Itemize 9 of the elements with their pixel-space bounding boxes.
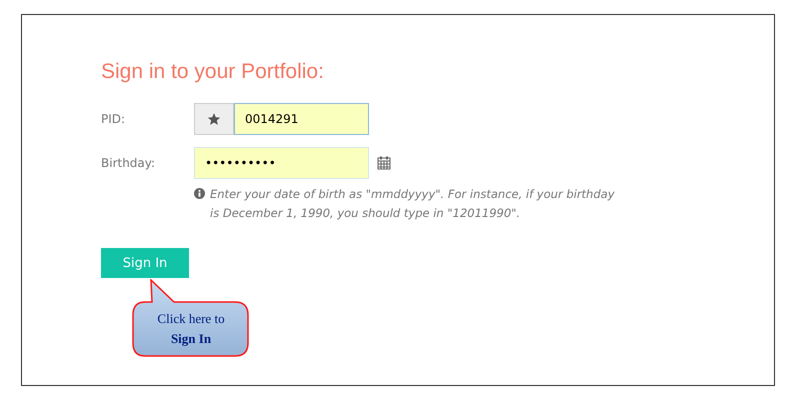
hint-text: Enter your date of birth as "mmddyyyy". For instance, if your birthday is December 1, 1990, you should type in "12011990". xyxy=(210,186,616,222)
field-label: PID: xyxy=(101,112,126,126)
calendar-icon[interactable] xyxy=(377,156,391,170)
field-label: Birthday: xyxy=(101,156,156,170)
callout-text: Click here to Sign In xyxy=(156,310,226,348)
input-field[interactable]: •••••••••• xyxy=(194,147,369,179)
form-title: Sign in to your Portfolio: xyxy=(101,59,325,85)
input-field[interactable]: 0014291 xyxy=(234,103,369,135)
info-icon xyxy=(194,188,205,199)
